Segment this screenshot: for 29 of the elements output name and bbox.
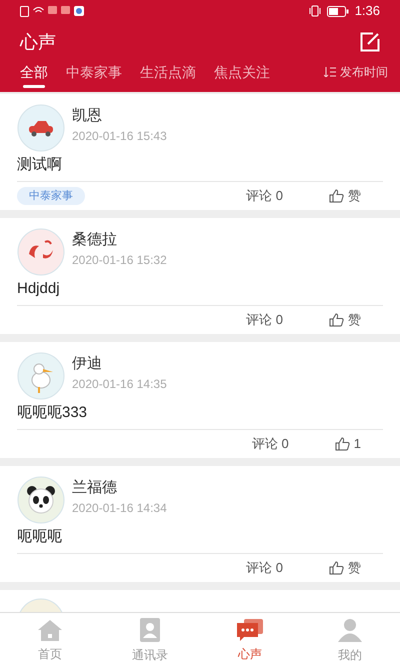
comment-count[interactable]: 评论 0 — [246, 186, 283, 206]
post-content: 呃呃呃 — [17, 527, 63, 547]
post-time: 2020-01-16 14:35 — [72, 376, 167, 393]
author-name: 桑德拉 — [72, 230, 118, 250]
category-tab[interactable]: 中泰家事 — [66, 62, 122, 90]
author-name: 兰福德 — [72, 478, 118, 498]
like-button[interactable]: 赞 — [329, 186, 361, 206]
category-tab[interactable]: 焦点关注 — [214, 62, 270, 90]
post-time: 2020-01-16 15:32 — [72, 252, 167, 269]
like-button[interactable]: 1 — [334, 434, 361, 454]
post-time: 2020-01-16 15:43 — [72, 128, 167, 145]
sort-button[interactable]: 发布时间 — [324, 62, 388, 82]
post-content: 呃呃呃333 — [17, 403, 88, 423]
author-name: 伊迪 — [72, 354, 103, 374]
comment-count[interactable]: 评论 0 — [252, 434, 289, 454]
post-content: Hdjddj — [17, 279, 61, 299]
post-content: 测试啊 — [17, 155, 63, 175]
comment-count[interactable]: 评论 0 — [246, 310, 283, 330]
clock-time: 1:36 — [354, 2, 380, 20]
category-tab[interactable]: 全部 — [20, 62, 48, 90]
nav-tab[interactable]: 心声 — [200, 613, 300, 667]
page-title: 心声 — [20, 30, 56, 54]
like-button[interactable]: 赞 — [329, 558, 361, 578]
like-button[interactable]: 赞 — [329, 310, 361, 330]
category-tab[interactable]: 生活点滴 — [140, 62, 196, 90]
post-time: 2020-01-16 14:34 — [72, 500, 167, 517]
category-tag[interactable]: 中泰家事 — [17, 186, 85, 206]
comment-count[interactable]: 评论 0 — [246, 558, 283, 578]
author-name: 凯恩 — [72, 106, 103, 126]
